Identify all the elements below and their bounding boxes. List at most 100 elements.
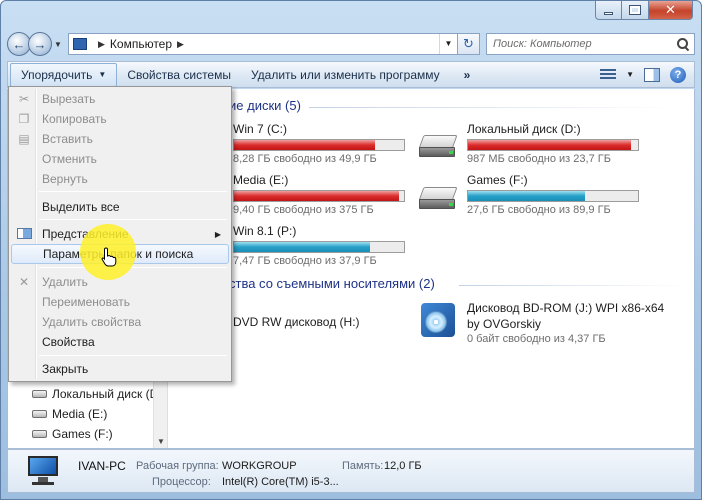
back-arrow-icon: ← xyxy=(12,36,26,52)
minimize-button[interactable] xyxy=(595,1,622,20)
menu-item-label: Свойства xyxy=(42,335,95,349)
memory-label: Память: xyxy=(342,460,384,472)
caption-buttons: ✕ xyxy=(595,1,693,21)
scissors-icon: ✂ xyxy=(18,92,30,106)
menu-item-undo[interactable]: Отменить xyxy=(11,149,229,169)
nav-item-label: Локальный диск (D xyxy=(52,387,159,401)
nav-item-label: Games (F:) xyxy=(52,427,113,441)
drive-c[interactable]: Win 7 (C:) 8,28 ГБ свободно из 49,9 ГБ xyxy=(233,122,405,165)
drive-f[interactable]: Games (F:) 27,6 ГБ свободно из 89,9 ГБ xyxy=(467,173,639,216)
menu-item-label: Вернуть xyxy=(42,172,88,186)
nav-item-drive-f[interactable]: Games (F:) xyxy=(32,427,113,441)
recent-pages-dropdown[interactable]: ▼ xyxy=(54,40,64,49)
hard-drive-icon xyxy=(418,187,459,213)
uninstall-program-button[interactable]: Удалить или изменить программу xyxy=(241,62,450,87)
close-icon: ✕ xyxy=(665,2,676,17)
view-options-dropdown-icon[interactable]: ▼ xyxy=(626,70,634,79)
menu-item-cut[interactable]: ✂ Вырезать xyxy=(11,89,229,109)
nav-item-drive-e[interactable]: Media (E:) xyxy=(32,407,107,421)
menu-item-rename[interactable]: Переименовать xyxy=(11,292,229,312)
drive-p[interactable]: Win 8.1 (P:) 7,47 ГБ свободно из 37,9 ГБ xyxy=(233,224,405,267)
more-commands-button[interactable]: » xyxy=(454,62,481,87)
drive-name: DVD RW дисковод (H:) xyxy=(233,315,360,329)
cpu-label: Процессор: xyxy=(152,476,211,488)
drive-name: Win 7 (C:) xyxy=(233,122,287,136)
removable-header[interactable]: ства со съемными носителями (2) xyxy=(229,276,435,291)
computer-icon xyxy=(26,456,62,486)
submenu-arrow-icon: ▶ xyxy=(214,229,221,239)
hand-cursor-icon xyxy=(101,247,117,267)
usage-fill xyxy=(468,140,632,150)
group-divider xyxy=(459,285,689,286)
drive-free-space: 7,47 ГБ свободно из 37,9 ГБ xyxy=(233,255,377,267)
forward-button[interactable]: → xyxy=(28,32,52,56)
nav-item-label: Media (E:) xyxy=(52,407,108,421)
search-icon[interactable] xyxy=(677,38,689,50)
drive-name: Media (E:) xyxy=(233,173,289,187)
drive-free-space: 0 байт свободно из 4,37 ГБ xyxy=(467,333,606,345)
menu-item-redo[interactable]: Вернуть xyxy=(11,169,229,189)
change-view-icon[interactable] xyxy=(600,68,617,81)
drive-free-space: 8,28 ГБ свободно из 49,9 ГБ xyxy=(233,153,377,165)
organize-label: Упорядочить xyxy=(21,67,93,82)
delete-icon: ✕ xyxy=(18,275,30,289)
drive-free-space: 27,6 ГБ свободно из 89,9 ГБ xyxy=(467,204,611,216)
menu-item-close[interactable]: Закрыть xyxy=(11,359,229,379)
workgroup-label: Рабочая группа: xyxy=(136,460,219,472)
nav-item-drive-d[interactable]: Локальный диск (D xyxy=(32,387,158,401)
drive-free-space: 987 МБ свободно из 23,7 ГБ xyxy=(467,153,611,165)
hard-drive-icon xyxy=(418,135,459,161)
drive-e[interactable]: Media (E:) 9,40 ГБ свободно из 375 ГБ xyxy=(233,173,405,216)
close-button[interactable]: ✕ xyxy=(649,1,693,20)
minimize-icon xyxy=(604,11,613,15)
scroll-down-icon[interactable]: ▼ xyxy=(154,437,168,446)
drive-name: Games (F:) xyxy=(467,173,528,187)
drive-name: Дисковод BD-ROM (J:) WPI x86-x64 xyxy=(467,301,665,315)
maximize-button[interactable] xyxy=(622,1,649,20)
menu-separator xyxy=(39,355,227,356)
menu-item-properties[interactable]: Свойства xyxy=(11,332,229,352)
menu-item-remove-properties[interactable]: Удалить свойства xyxy=(11,312,229,332)
menu-separator xyxy=(39,219,227,220)
menu-item-label: Удалить xyxy=(42,275,88,289)
drive-usage-bar xyxy=(233,241,405,253)
refresh-button[interactable]: ↻ xyxy=(458,33,480,55)
system-properties-button[interactable]: Свойства системы xyxy=(117,62,241,87)
drives-view: ие диски (5) Win 7 (C:) 8,28 ГБ свободно… xyxy=(169,89,694,448)
menu-item-select-all[interactable]: Выделить все xyxy=(11,197,229,217)
drive-name-line2: by OVGorskiy xyxy=(467,317,542,331)
usage-fill xyxy=(234,191,399,201)
organize-button[interactable]: Упорядочить ▼ xyxy=(10,62,118,87)
bd-rom-icon xyxy=(421,303,455,337)
search-input[interactable]: Поиск: Компьютер xyxy=(486,33,695,55)
help-icon[interactable]: ? xyxy=(670,66,686,83)
address-bar[interactable]: ▶ Компьютер ▶ ▼ xyxy=(68,33,458,55)
drive-usage-bar xyxy=(233,190,405,202)
drive-name: Локальный диск (D:) xyxy=(467,122,581,136)
drive-icon xyxy=(32,430,47,438)
hard-drives-header[interactable]: ие диски (5) xyxy=(229,98,301,113)
menu-item-paste[interactable]: ▤ Вставить xyxy=(11,129,229,149)
details-pane: IVAN-PC Рабочая группа: WORKGROUP Память… xyxy=(7,449,695,493)
drive-j[interactable]: Дисковод BD-ROM (J:) WPI x86-x64 by OVGo… xyxy=(467,301,664,345)
drive-usage-bar xyxy=(233,139,405,151)
drive-free-space: 9,40 ГБ свободно из 375 ГБ xyxy=(233,204,374,216)
menu-item-label: Удалить свойства xyxy=(42,315,142,329)
navigation-bar: ← → ▼ ▶ Компьютер ▶ ▼ ↻ Поиск: Компьютер xyxy=(7,31,695,57)
menu-item-label: Вставить xyxy=(42,132,93,146)
breadcrumb-chevron-icon[interactable]: ▶ xyxy=(177,39,184,50)
cpu-value: Intel(R) Core(TM) i5-3... xyxy=(222,476,339,488)
menu-item-copy[interactable]: ❐ Копировать xyxy=(11,109,229,129)
address-dropdown-icon[interactable]: ▼ xyxy=(439,34,457,54)
drive-h[interactable]: DVD RW дисковод (H:) xyxy=(233,315,360,329)
menu-item-label: Вырезать xyxy=(42,92,96,106)
drive-d[interactable]: Локальный диск (D:) 987 МБ свободно из 2… xyxy=(467,122,639,165)
breadcrumb-computer[interactable]: Компьютер xyxy=(110,37,172,51)
menu-item-label: Копировать xyxy=(42,112,107,126)
preview-pane-icon[interactable] xyxy=(644,67,660,82)
menu-item-label: Выделить все xyxy=(42,200,120,214)
breadcrumb-separator-icon[interactable]: ▶ xyxy=(98,39,105,50)
maximize-icon xyxy=(629,5,641,15)
paste-icon: ▤ xyxy=(18,132,30,146)
refresh-icon: ↻ xyxy=(463,36,474,51)
